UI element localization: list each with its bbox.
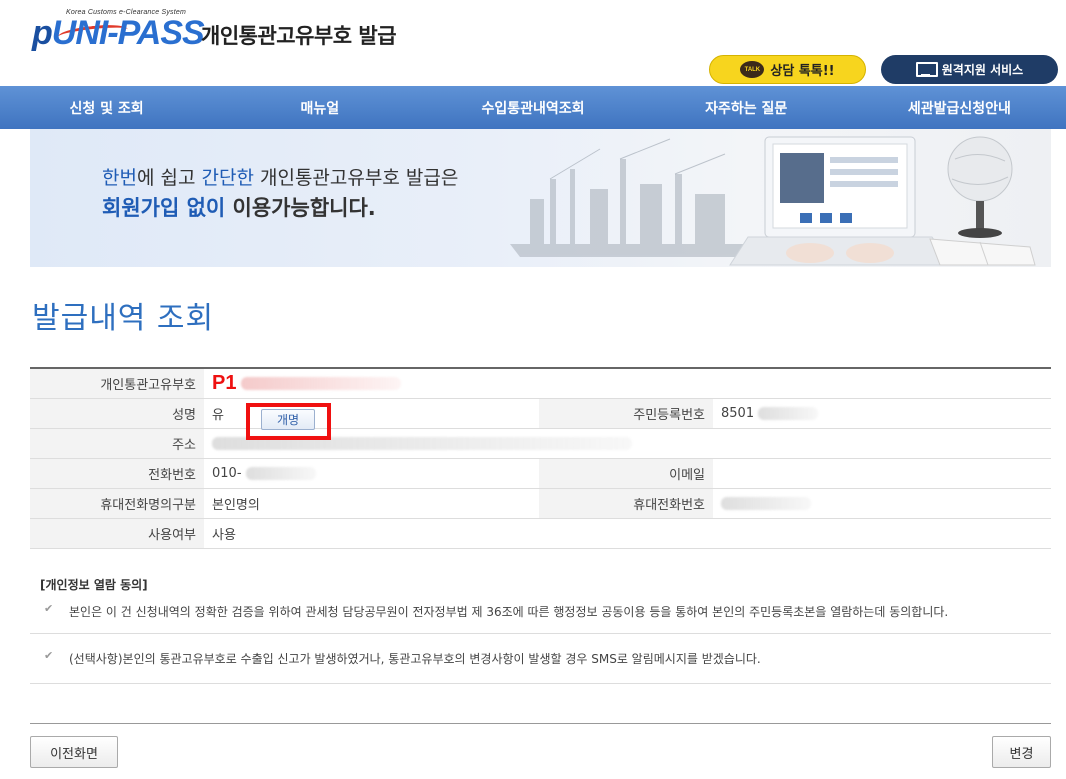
rrn-label: 주민등록번호 (539, 398, 713, 429)
table-row: 주소 (30, 428, 1051, 459)
phone-value: 010- (212, 465, 242, 481)
site-title: 개인통관고유부호 발급 (201, 24, 397, 48)
mobile-value-cell (713, 488, 1051, 519)
name-value: 유 (212, 407, 224, 423)
tcn-label: 개인통관고유부호 (30, 368, 204, 399)
mobile-label: 휴대전화번호 (539, 488, 713, 519)
tcn-value: P1 (212, 371, 237, 394)
phone-label: 전화번호 (30, 458, 204, 489)
usage-value: 사용 (204, 518, 1051, 549)
consent-text-2: (선택사항)본인의 통관고유부호로 수출입 신고가 발생하였거나, 통관고유부호… (69, 652, 761, 666)
address-label: 주소 (30, 428, 204, 459)
redacted-mask (721, 496, 811, 510)
table-row: 성명 유 주민등록번호 8501 (30, 398, 1051, 429)
mobile-owner-value: 본인명의 (204, 488, 539, 519)
page-title: 발급내역 조회 (32, 301, 215, 336)
nav-item-apply-inquiry[interactable]: 신청 및 조회 (0, 86, 213, 129)
checkbox-checked-icon[interactable] (44, 649, 55, 664)
email-label: 이메일 (539, 458, 713, 489)
logo-mark: Korea Customs e-Clearance System pUNI-PA… (32, 6, 205, 58)
monitor-icon (915, 62, 938, 77)
issuance-info-table: 개인통관고유부호 P1 성명 유 주민등록번호 8501 주소 전화번호 010… (30, 367, 1051, 549)
redacted-mask (245, 466, 316, 480)
talk-chat-button[interactable]: TALK 상담 톡톡!! (709, 55, 866, 84)
remote-support-label: 원격지원 서비스 (941, 63, 1024, 77)
consent-text-1: 본인은 이 건 신청내역의 정확한 검증을 위하여 관세청 담당공무원이 전자정… (69, 605, 949, 619)
change-button[interactable]: 변경 (992, 736, 1051, 768)
checkbox-checked-icon[interactable] (44, 602, 55, 617)
table-row: 개인통관고유부호 P1 (30, 368, 1051, 399)
usage-label: 사용여부 (30, 518, 204, 549)
consent-item: 본인은 이 건 신청내역의 정확한 검증을 위하여 관세청 담당공무원이 전자정… (30, 590, 1051, 634)
unipass-logo[interactable]: Korea Customs e-Clearance System pUNI-PA… (32, 6, 205, 58)
talk-icon: TALK (740, 61, 765, 78)
address-value-cell (204, 428, 1051, 459)
divider (30, 723, 1051, 724)
banner-illustration (510, 136, 1036, 266)
rrn-value: 8501 (721, 405, 755, 421)
name-label: 성명 (30, 398, 204, 429)
logo-text: pUNI-PASS (32, 14, 205, 52)
nav-item-manual[interactable]: 매뉴얼 (213, 86, 426, 129)
email-value-cell (713, 458, 1051, 489)
talk-chat-label: 상담 톡톡!! (770, 64, 835, 79)
redacted-mask (758, 406, 819, 420)
table-row: 휴대전화명의구분 본인명의 휴대전화번호 (30, 488, 1051, 519)
banner: 한번에 쉽고 간단한 개인통관고유부호 발급은 회원가입 없이 이용가능합니다. (30, 129, 1051, 267)
nav-item-faq[interactable]: 자주하는 질문 (640, 86, 853, 129)
phone-value-cell: 010- (204, 458, 539, 489)
redacted-mask (240, 376, 401, 390)
nav-item-import-history[interactable]: 수입통관내역조회 (426, 86, 639, 129)
table-row: 사용여부 사용 (30, 518, 1051, 549)
remote-support-button[interactable]: 원격지원 서비스 (881, 55, 1058, 84)
header: Korea Customs e-Clearance System pUNI-PA… (0, 0, 1066, 86)
banner-line1: 한번에 쉽고 간단한 개인통관고유부호 발급은 (102, 167, 459, 189)
mobile-owner-label: 휴대전화명의구분 (30, 488, 204, 519)
tcn-value-cell: P1 (204, 368, 1051, 399)
nav-item-customs-guide[interactable]: 세관발급신청안내 (853, 86, 1066, 129)
rrn-value-cell: 8501 (713, 398, 1051, 429)
prev-screen-button[interactable]: 이전화면 (30, 736, 118, 768)
consent-item: (선택사항)본인의 통관고유부호로 수출입 신고가 발생하였거나, 통관고유부호… (30, 634, 1051, 684)
main-nav: 신청 및 조회 매뉴얼 수입통관내역조회 자주하는 질문 세관발급신청안내 (0, 86, 1066, 129)
rename-button[interactable]: 개명 (261, 409, 315, 430)
table-row: 전화번호 010- 이메일 (30, 458, 1051, 489)
banner-line2: 회원가입 없이 이용가능합니다. (102, 196, 376, 220)
